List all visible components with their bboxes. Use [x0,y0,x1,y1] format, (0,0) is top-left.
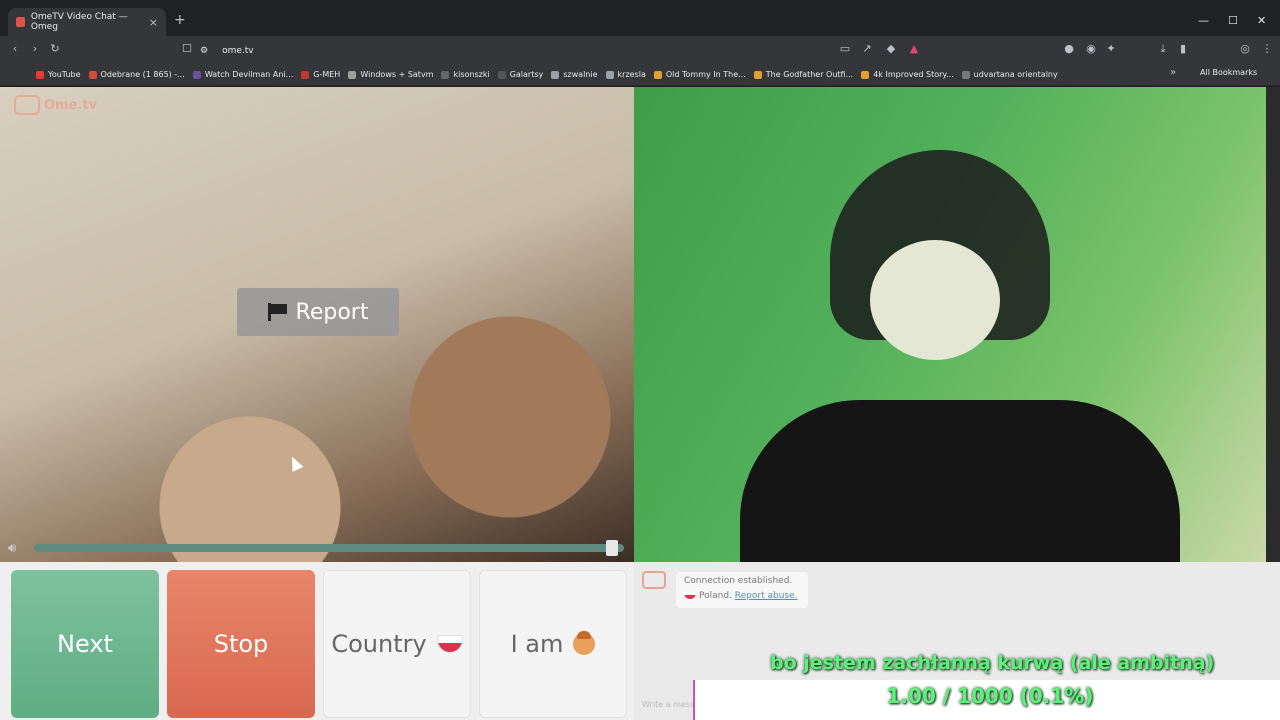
site-icon [192,70,201,79]
ometv-logo: Ome.tv [14,95,97,115]
goal-counter: 1.00 / 1000 (0.1%) [886,684,1094,708]
system-message: Connection established. Poland. Report a… [676,572,808,608]
close-tab-icon[interactable]: × [149,16,158,29]
site-icon [961,70,970,79]
bookmark-item[interactable]: 4k Improved Story... [861,70,954,79]
report-abuse-link[interactable]: Report abuse. [735,591,798,601]
self-video-shirt [740,400,1180,562]
site-info-icon[interactable]: ⚙ [200,46,208,56]
extension-icon[interactable]: ◉ [1084,42,1098,56]
menu-icon[interactable]: ⋮ [1260,42,1274,56]
site-icon [753,70,762,79]
puzzle-icon[interactable]: ✦ [1104,42,1118,56]
boy-avatar-icon [573,631,596,655]
next-button[interactable]: Next [11,570,159,718]
bookmark-item[interactable]: Watch Devilman Ani... [192,70,293,79]
site-icon [497,70,506,79]
ometv-favicon-icon [16,17,25,27]
bookmark-item[interactable]: kisonszki [441,70,490,79]
bookmark-folder[interactable]: krzesla [605,70,646,79]
iam-label: I am [510,630,564,658]
tab-title: OmeTV Video Chat — Omeg [30,12,128,32]
shield-icon[interactable]: ◆ [884,42,898,56]
extension-icon[interactable]: ● [1062,42,1076,56]
bookmarks-bar: YouTube Odebrane (1 865) -... Watch Devi… [0,64,1280,86]
gmail-icon [88,70,97,79]
country-button[interactable]: Country [323,570,471,718]
volume-slider[interactable] [34,544,624,552]
url-text: ome.tv [222,46,254,56]
gender-button[interactable]: I am [479,570,627,718]
folder-icon [605,70,614,79]
stop-button[interactable]: Stop [167,570,315,718]
logo-text: Ome.tv [44,97,98,113]
site-icon [653,70,662,79]
youtube-icon [36,70,44,79]
report-button[interactable]: Report [237,288,399,336]
connection-text: Connection established. [684,576,793,586]
country-text: Poland. [699,591,732,601]
bookmark-item[interactable]: Windows + Satvm [348,70,433,79]
bookmark-item[interactable]: Galartsy [497,70,543,79]
address-bar[interactable]: ⚙ ome.tv [200,42,930,60]
sidebar-icon[interactable]: ▮ [1176,42,1190,56]
bookmark-folder[interactable]: szwalnie [551,70,598,79]
site-icon [348,70,357,79]
poland-flag-icon [436,635,463,653]
more-bookmarks-icon[interactable]: » [1170,67,1176,78]
site-icon [441,70,450,79]
site-icon [861,70,870,79]
bookmark-item[interactable]: YouTube [36,70,81,79]
maximize-icon[interactable]: ☐ [1228,14,1238,27]
volume-icon[interactable]: 🔊︎ [8,541,16,556]
poland-flag-icon [684,592,696,599]
stop-label: Stop [213,630,269,658]
page-scrollbar[interactable] [1266,87,1280,562]
share-icon[interactable]: ↗ [860,42,874,56]
report-label: Report [295,299,369,325]
tab-bar [0,0,1280,36]
next-label: Next [57,630,113,658]
cast-icon[interactable]: ▭ [838,42,852,56]
alert-icon[interactable]: ▲ [907,42,921,56]
country-label: Country [331,630,427,658]
profile-icon[interactable]: ◎ [1238,42,1252,56]
minimize-icon[interactable]: — [1198,14,1209,27]
ometv-chat-icon [642,571,666,589]
bookmark-item[interactable]: udvartana orientalny [961,70,1058,79]
close-window-icon[interactable]: ✕ [1257,14,1266,27]
stream-subtitle: bo jestem zachłanną kurwą (ale ambitną) [770,652,1215,674]
all-bookmarks-button[interactable]: All Bookmarks [1200,68,1257,77]
back-icon[interactable]: ‹ [8,42,22,56]
self-video-face [870,240,1000,360]
folder-icon [551,70,560,79]
bookmark-item[interactable]: Old Tommy In The... [653,70,746,79]
reload-icon[interactable]: ↻ [48,42,62,56]
download-icon[interactable]: ⤓ [1156,42,1170,56]
bookmark-item[interactable]: G-MEH [301,70,340,79]
bookmark-item[interactable]: The Godfather Outfi... [753,70,853,79]
bookmark-item[interactable]: Odebrane (1 865) -... [88,70,185,79]
new-tab-button[interactable]: + [174,12,186,28]
forward-icon[interactable]: › [28,42,42,56]
country-line: Poland. Report abuse. [684,589,800,604]
site-icon [301,70,310,79]
ometv-logo-icon [14,95,40,115]
volume-slider-handle[interactable] [606,540,619,556]
browser-tab[interactable]: OmeTV Video Chat — Omeg × [8,8,166,36]
bookmark-icon[interactable]: ☐ [180,42,194,56]
flag-icon [267,303,288,321]
